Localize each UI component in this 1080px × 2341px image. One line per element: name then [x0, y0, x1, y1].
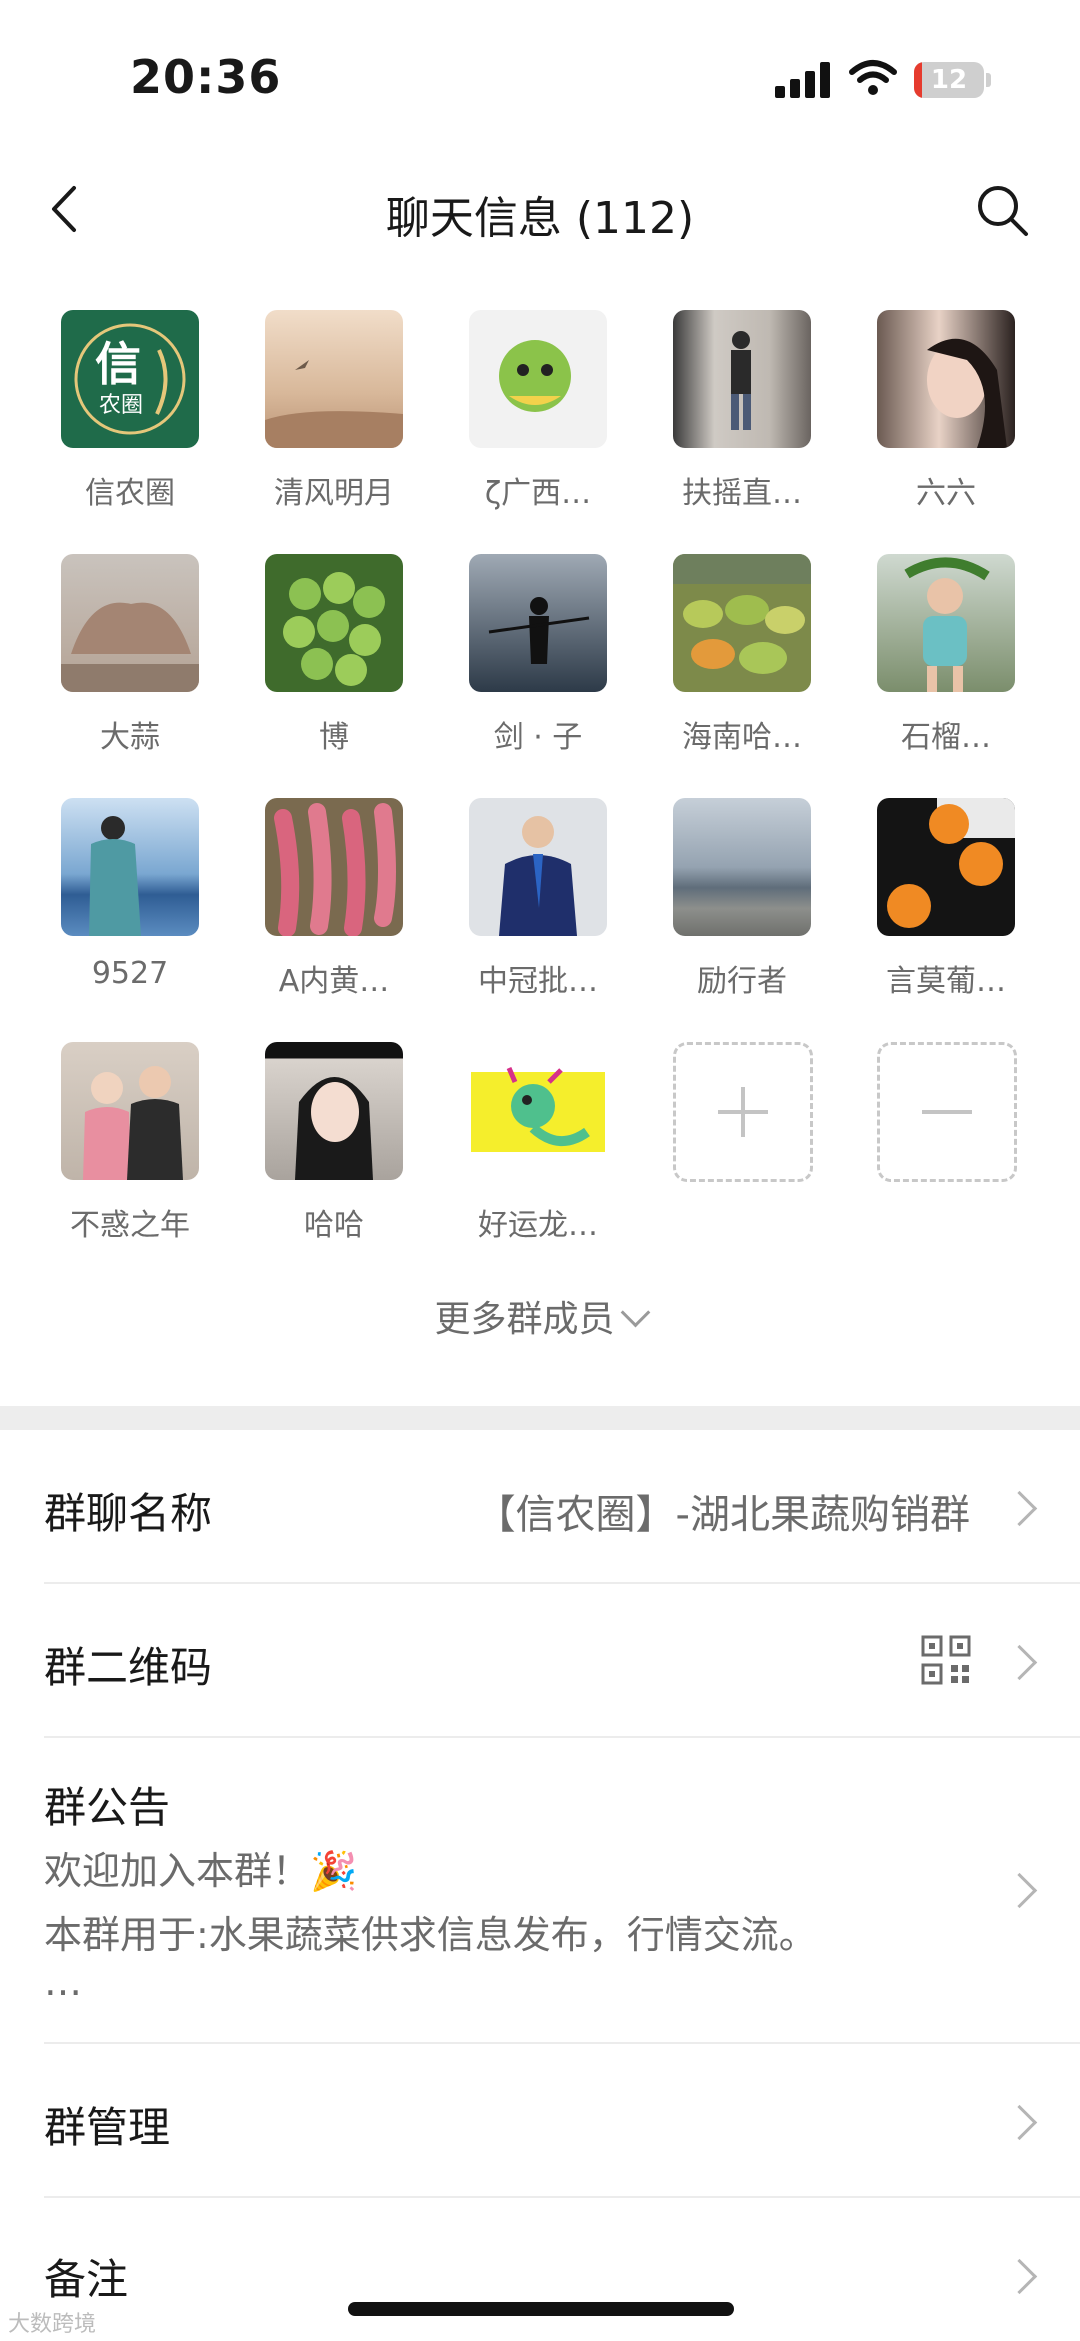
member-name: 扶摇直… [682, 476, 802, 511]
group-notice-label: 群公告 [44, 1783, 171, 1832]
chevron-right-icon [1001, 1872, 1038, 1909]
status-bar: 20:36 12 [0, 0, 1080, 150]
chevron-right-icon [1001, 1490, 1038, 1527]
member-item[interactable]: 大蒜 [40, 554, 220, 755]
member-name: 励行者 [697, 964, 787, 999]
status-time: 20:36 [130, 50, 282, 104]
search-icon[interactable] [972, 180, 1032, 240]
member-name: 言莫葡… [886, 964, 1006, 999]
chevron-right-icon [1001, 2104, 1038, 2141]
group-notice-row[interactable]: 群公告 欢迎加入本群！🎉 本群用于:水果蔬菜供求信息发布，行情交流。 … [0, 1738, 1080, 2044]
add-member-tile[interactable] [673, 1042, 813, 1182]
svg-text:农圈: 农圈 [99, 393, 143, 418]
member-name: 不惑之年 [70, 1208, 190, 1243]
member-item[interactable]: 9527 [40, 798, 220, 998]
avatar [61, 1042, 199, 1180]
avatar [877, 310, 1015, 448]
nav-bar: 聊天信息 (112) [0, 160, 1080, 260]
remark-label: 备注 [44, 2255, 129, 2304]
member-item[interactable]: 不惑之年 [40, 1042, 220, 1243]
member-item[interactable]: 哈哈 [244, 1042, 424, 1243]
member-name: 好运龙… [478, 1208, 598, 1243]
group-notice-line: 本群用于:水果蔬菜供求信息发布，行情交流。 [44, 1913, 817, 1957]
home-indicator[interactable] [348, 2302, 734, 2316]
avatar [469, 1042, 607, 1180]
avatar [673, 310, 811, 448]
cellular-signal-icon [775, 62, 831, 98]
avatar [265, 798, 403, 936]
add-member-button[interactable] [652, 1042, 832, 1242]
avatar [265, 310, 403, 448]
wifi-icon [849, 60, 897, 95]
avatar [877, 554, 1015, 692]
group-name-label: 群聊名称 [44, 1489, 213, 1538]
section-divider [0, 1406, 1080, 1430]
member-name: 中冠批… [478, 964, 598, 999]
group-manage-row[interactable]: 群管理 [0, 2044, 1080, 2198]
avatar [877, 798, 1015, 936]
remove-member-tile[interactable] [877, 1042, 1017, 1182]
member-item[interactable]: 信 农圈 信农圈 [40, 310, 220, 511]
member-name: 六六 [916, 476, 976, 511]
xinnongquan-logo: 信 农圈 [74, 323, 186, 435]
plus-icon [718, 1087, 768, 1137]
member-name: 清风明月 [274, 476, 394, 511]
avatar [265, 1042, 403, 1180]
chevron-right-icon [1001, 2258, 1038, 2295]
chevron-right-icon [1001, 1644, 1038, 1681]
member-name: 哈哈 [304, 1208, 364, 1243]
member-name: ζ广西… [484, 476, 592, 511]
minus-icon [922, 1110, 972, 1114]
more-members-link[interactable]: 更多群成员 [0, 1290, 1080, 1342]
qr-code-icon [921, 1635, 971, 1685]
group-name-row[interactable]: 群聊名称 【信农圈】-湖北果蔬购销群 [0, 1430, 1080, 1584]
avatar [469, 554, 607, 692]
remove-member-button[interactable] [856, 1042, 1036, 1242]
member-item[interactable]: 好运龙… [448, 1042, 628, 1243]
member-name: 博 [319, 720, 349, 755]
member-item[interactable]: 清风明月 [244, 310, 424, 511]
avatar [673, 554, 811, 692]
avatar [265, 554, 403, 692]
avatar [469, 798, 607, 936]
member-name: 9527 [91, 956, 169, 991]
member-name: 石榴… [901, 720, 991, 755]
member-item[interactable]: 剑 · 子 [448, 554, 628, 755]
avatar: 信 农圈 [61, 310, 199, 448]
member-name: A内黄… [278, 964, 390, 999]
avatar [61, 798, 199, 936]
group-notice-line: 欢迎加入本群！🎉 [44, 1849, 358, 1893]
watermark: 大数跨境 [8, 2312, 97, 2337]
avatar [61, 554, 199, 692]
page-title: 聊天信息 (112) [385, 193, 695, 244]
member-item[interactable]: 博 [244, 554, 424, 755]
member-item[interactable]: 六六 [856, 310, 1036, 511]
member-item[interactable]: 励行者 [652, 798, 832, 999]
svg-text:信: 信 [95, 337, 141, 391]
remark-row[interactable]: 备注 [0, 2198, 1080, 2341]
member-item[interactable]: 中冠批… [448, 798, 628, 999]
battery-icon: 12 [914, 62, 984, 98]
chevron-down-icon [620, 1297, 650, 1328]
member-item[interactable]: 石榴… [856, 554, 1036, 755]
member-name: 剑 · 子 [493, 720, 583, 755]
member-item[interactable]: 扶摇直… [652, 310, 832, 511]
avatar [469, 310, 607, 448]
group-qr-row[interactable]: 群二维码 [0, 1584, 1080, 1738]
member-item[interactable]: ζ广西… [448, 310, 628, 511]
member-item[interactable]: A内黄… [244, 798, 424, 999]
member-item[interactable]: 海南哈… [652, 554, 832, 755]
member-item[interactable]: 言莫葡… [856, 798, 1036, 999]
more-members-label: 更多群成员 [434, 1299, 615, 1340]
group-name-value: 【信农圈】-湖北果蔬购销群 [475, 1492, 970, 1538]
member-name: 大蒜 [100, 720, 160, 755]
group-qr-label: 群二维码 [44, 1643, 213, 1692]
member-name: 海南哈… [682, 720, 802, 755]
battery-level: 12 [930, 65, 968, 95]
member-name: 信农圈 [85, 476, 175, 511]
group-notice-ellipsis: … [44, 1960, 82, 2004]
group-manage-label: 群管理 [44, 2103, 171, 2152]
avatar [673, 798, 811, 936]
battery-tip [986, 73, 991, 87]
